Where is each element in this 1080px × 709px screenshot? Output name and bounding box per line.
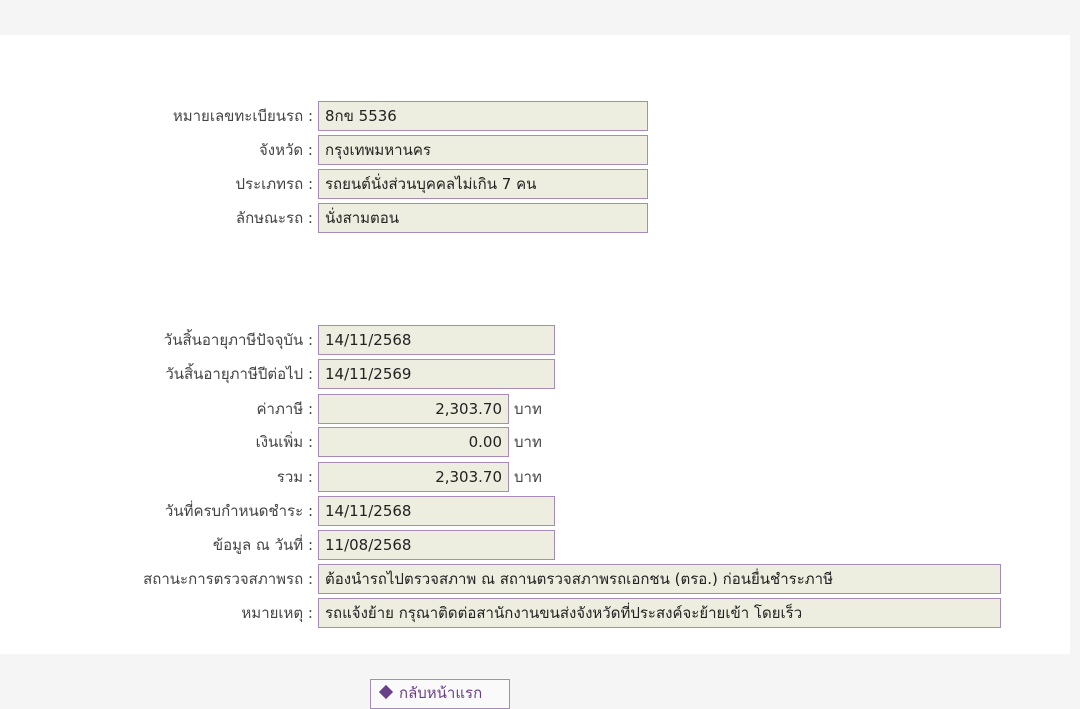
remark-field: รถแจ้งย้าย กรุณาติดต่อสานักงานขนส่งจังหว… bbox=[318, 598, 1001, 628]
expire-next-field: 14/11/2569 bbox=[318, 359, 555, 389]
vehicle-type-field: รถยนต์นั่งส่วนบุคคลไม่เกิน 7 คน bbox=[318, 169, 648, 199]
diamond-icon bbox=[378, 684, 394, 700]
total-field: 2,303.70 bbox=[318, 462, 509, 492]
vehicle-body-field: นั่งสามตอน bbox=[318, 203, 648, 233]
plate-field: 8กข 5536 bbox=[318, 101, 648, 131]
data-as-of-label: ข้อมูล ณ วันที่ : bbox=[212, 536, 313, 554]
vehicle-type-label: ประเภทรถ : bbox=[235, 175, 314, 193]
total-label: รวม : bbox=[276, 468, 313, 486]
back-home-label: กลับหน้าแรก bbox=[399, 684, 483, 702]
total-unit: บาท bbox=[514, 468, 542, 486]
remark-label: หมายเหตุ : bbox=[241, 604, 313, 622]
due-date-field: 14/11/2568 bbox=[318, 496, 555, 526]
surcharge-label: เงินเพิ่ม : bbox=[255, 433, 313, 451]
province-field: กรุงเทพมหานคร bbox=[318, 135, 648, 165]
inspection-field: ต้องนำรถไปตรวจสภาพ ณ สถานตรวจสภาพรถเอกชน… bbox=[318, 564, 1001, 594]
expire-next-label: วันสิ้นอายุภาษีปีต่อไป : bbox=[165, 365, 313, 383]
expire-current-label: วันสิ้นอายุภาษีปัจจุบัน : bbox=[163, 331, 313, 349]
tax-amount-label: ค่าภาษี : bbox=[256, 400, 313, 418]
expire-current-field: 14/11/2568 bbox=[318, 325, 555, 355]
inspection-label: สถานะการตรวจสภาพรถ : bbox=[143, 570, 313, 588]
plate-label: หมายเลขทะเบียนรถ : bbox=[172, 107, 313, 125]
tax-amount-unit: บาท bbox=[514, 400, 542, 418]
tax-amount-field: 2,303.70 bbox=[318, 394, 509, 424]
due-date-label: วันที่ครบกำหนดชำระ : bbox=[164, 502, 313, 520]
surcharge-unit: บาท bbox=[514, 433, 542, 451]
surcharge-field: 0.00 bbox=[318, 427, 509, 457]
province-label: จังหวัด : bbox=[259, 141, 313, 159]
vehicle-body-label: ลักษณะรถ : bbox=[235, 209, 313, 227]
back-home-button[interactable]: กลับหน้าแรก bbox=[370, 679, 510, 709]
data-as-of-field: 11/08/2568 bbox=[318, 530, 555, 560]
